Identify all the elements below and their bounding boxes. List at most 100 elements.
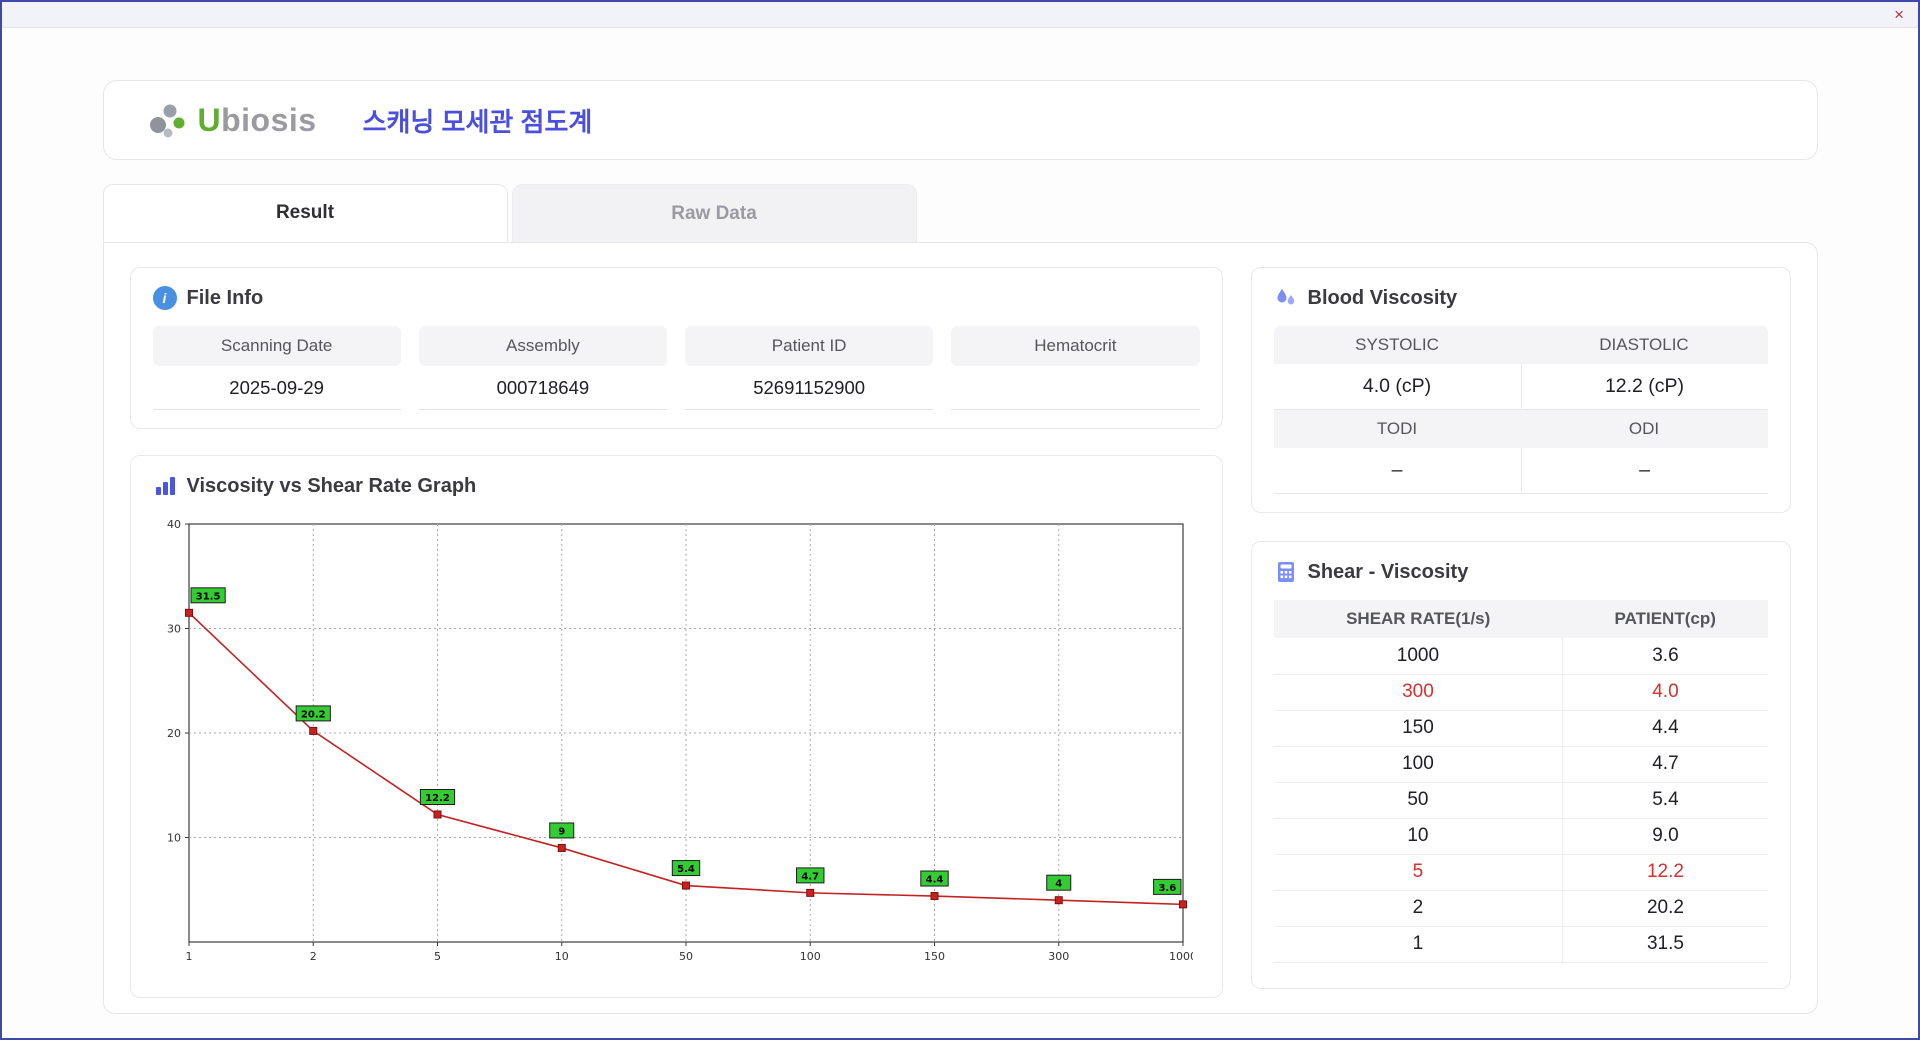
svg-text:3.6: 3.6: [1158, 883, 1176, 894]
svg-text:300: 300: [1048, 950, 1069, 963]
svg-text:1: 1: [185, 950, 192, 963]
main-area: Ubiosis 스캐닝 모세관 점도계 Result Raw Data i Fi…: [102, 80, 1818, 1014]
shear-viscosity-table: SHEAR RATE(1/s) PATIENT(cp) 1000 3.6 300 4.0 1…: [1273, 600, 1768, 963]
shear-rate-cell: 10: [1273, 818, 1563, 855]
svg-text:12.2: 12.2: [425, 793, 450, 804]
app-header: Ubiosis 스캐닝 모세관 점도계: [102, 80, 1818, 160]
shear-table-row: 1000 3.6: [1273, 638, 1768, 675]
app-window: × Ubiosis 스캐닝 모세관 점도계 Result Raw Data i …: [0, 0, 1920, 1040]
file-info-fields: Scanning Date 2025-09-29 Assembly 000718649…: [152, 326, 1200, 410]
shear-table-row: 5 12.2: [1273, 854, 1768, 891]
shear-table-row: 100 4.7: [1273, 746, 1768, 783]
logo-text-rest: biosis: [221, 101, 317, 138]
shear-column-header: SHEAR RATE(1/s): [1273, 600, 1563, 638]
viscosity-chart: 10 20 30 40 1 2 5 10 50 100 150 300 1000 31.5 20.2 12.2…: [153, 514, 1200, 979]
bv-header-cell: DIASTOLIC: [1520, 326, 1768, 364]
svg-text:20: 20: [167, 727, 181, 740]
svg-text:50: 50: [679, 950, 693, 963]
file-info-field: Assembly 000718649: [418, 326, 667, 410]
field-label: Assembly: [418, 326, 667, 366]
shear-table-row: 1 31.5: [1273, 926, 1768, 963]
patient-viscosity-cell: 12.2: [1562, 854, 1768, 891]
shear-column-header: PATIENT(cp): [1562, 600, 1768, 638]
svg-text:4.4: 4.4: [925, 875, 943, 886]
calculator-icon: [1277, 562, 1294, 582]
shear-table-row: 50 5.4: [1273, 782, 1768, 819]
blood-viscosity-title-row: Blood Viscosity: [1274, 286, 1768, 310]
field-label: Hematocrit: [951, 326, 1200, 366]
svg-text:10: 10: [554, 950, 568, 963]
svg-text:4: 4: [1055, 879, 1062, 890]
graph-title-row: Viscosity vs Shear Rate Graph: [153, 474, 1200, 498]
bv-header-cell: SYSTOLIC: [1273, 326, 1521, 364]
info-icon: i: [152, 286, 177, 310]
droplets-icon: [1277, 289, 1294, 305]
field-value: 52691152900: [685, 366, 934, 410]
field-label: Scanning Date: [152, 326, 401, 366]
file-info-title: File Info: [186, 286, 264, 309]
patient-viscosity-cell: 5.4: [1562, 782, 1768, 819]
patient-viscosity-cell: 9.0: [1562, 818, 1768, 855]
svg-text:1000: 1000: [1169, 950, 1193, 963]
graph-card: Viscosity vs Shear Rate Graph 10 20 30 40 1 2…: [129, 455, 1223, 998]
file-info-field: Hematocrit: [951, 326, 1200, 410]
file-info-card: i File Info Scanning Date 2025-09-29 Assem…: [129, 267, 1223, 429]
bv-header-cell: TODI: [1273, 410, 1521, 448]
left-column: i File Info Scanning Date 2025-09-29 Assem…: [129, 267, 1223, 998]
shear-rate-cell: 1: [1273, 926, 1563, 963]
svg-text:5: 5: [434, 950, 441, 963]
bv-value-cell: –: [1273, 448, 1521, 494]
bv-value-cell: 4.0 (cP): [1273, 364, 1521, 410]
shear-table-row: 10 9.0: [1273, 818, 1768, 855]
shear-rate-cell: 1000: [1273, 638, 1563, 675]
shear-rate-cell: 2: [1273, 890, 1563, 927]
patient-viscosity-cell: 20.2: [1562, 890, 1768, 927]
patient-viscosity-cell: 31.5: [1562, 926, 1768, 963]
svg-text:9: 9: [558, 826, 565, 837]
shear-rate-cell: 5: [1273, 854, 1563, 891]
field-value: 2025-09-29: [152, 366, 401, 410]
shear-viscosity-title-row: Shear - Viscosity: [1274, 560, 1768, 584]
patient-viscosity-cell: 4.7: [1562, 746, 1768, 783]
logo-text-green: U: [197, 101, 222, 138]
right-column: Blood Viscosity SYSTOLIC DIASTOLIC 4.0 (cP…: [1250, 267, 1791, 989]
shear-rate-cell: 300: [1273, 674, 1563, 711]
shear-header-row: SHEAR RATE(1/s) PATIENT(cp): [1273, 600, 1768, 638]
shear-rate-cell: 150: [1273, 710, 1563, 747]
shear-rate-cell: 100: [1273, 746, 1563, 783]
svg-text:30: 30: [167, 623, 181, 636]
ubiosis-logo: Ubiosis: [146, 100, 317, 140]
close-icon[interactable]: ×: [1894, 6, 1904, 23]
shear-viscosity-card: Shear - Viscosity SHEAR RATE(1/s) PATIENT…: [1250, 541, 1791, 989]
bv-value-cell: 12.2 (cP): [1520, 364, 1768, 410]
blood-viscosity-title: Blood Viscosity: [1307, 286, 1458, 309]
bv-value-cell: –: [1520, 448, 1768, 494]
svg-text:10: 10: [167, 832, 181, 845]
patient-viscosity-cell: 4.0: [1562, 674, 1768, 711]
field-value: [951, 366, 1200, 410]
tab-bar: Result Raw Data: [102, 184, 1818, 242]
bar-chart-icon: [155, 477, 175, 495]
field-label: Patient ID: [685, 326, 934, 366]
shear-table-row: 2 20.2: [1273, 890, 1768, 927]
result-panel: i File Info Scanning Date 2025-09-29 Assem…: [102, 242, 1818, 1014]
tab-result[interactable]: Result: [102, 184, 508, 242]
svg-text:2: 2: [309, 950, 316, 963]
blood-viscosity-card: Blood Viscosity SYSTOLIC DIASTOLIC 4.0 (cP…: [1250, 267, 1791, 513]
logo-text: Ubiosis: [198, 102, 317, 139]
logo-dots-icon: [149, 104, 184, 138]
patient-viscosity-cell: 4.4: [1562, 710, 1768, 747]
shear-table-row: 150 4.4: [1273, 710, 1768, 747]
file-info-field: Scanning Date 2025-09-29: [152, 326, 401, 410]
svg-text:4.7: 4.7: [801, 871, 819, 882]
shear-viscosity-title: Shear - Viscosity: [1307, 560, 1469, 583]
shear-rate-cell: 50: [1273, 782, 1563, 819]
file-info-title-row: i File Info: [152, 286, 1200, 310]
tab-raw-data[interactable]: Raw Data: [511, 184, 917, 242]
blood-viscosity-grid: SYSTOLIC DIASTOLIC 4.0 (cP) 12.2 (cP) TODI OD…: [1273, 326, 1768, 494]
file-info-field: Patient ID 52691152900: [685, 326, 934, 410]
graph-title: Viscosity vs Shear Rate Graph: [186, 474, 477, 497]
svg-text:40: 40: [167, 518, 181, 531]
bv-header-cell: ODI: [1520, 410, 1768, 448]
svg-text:100: 100: [799, 950, 820, 963]
